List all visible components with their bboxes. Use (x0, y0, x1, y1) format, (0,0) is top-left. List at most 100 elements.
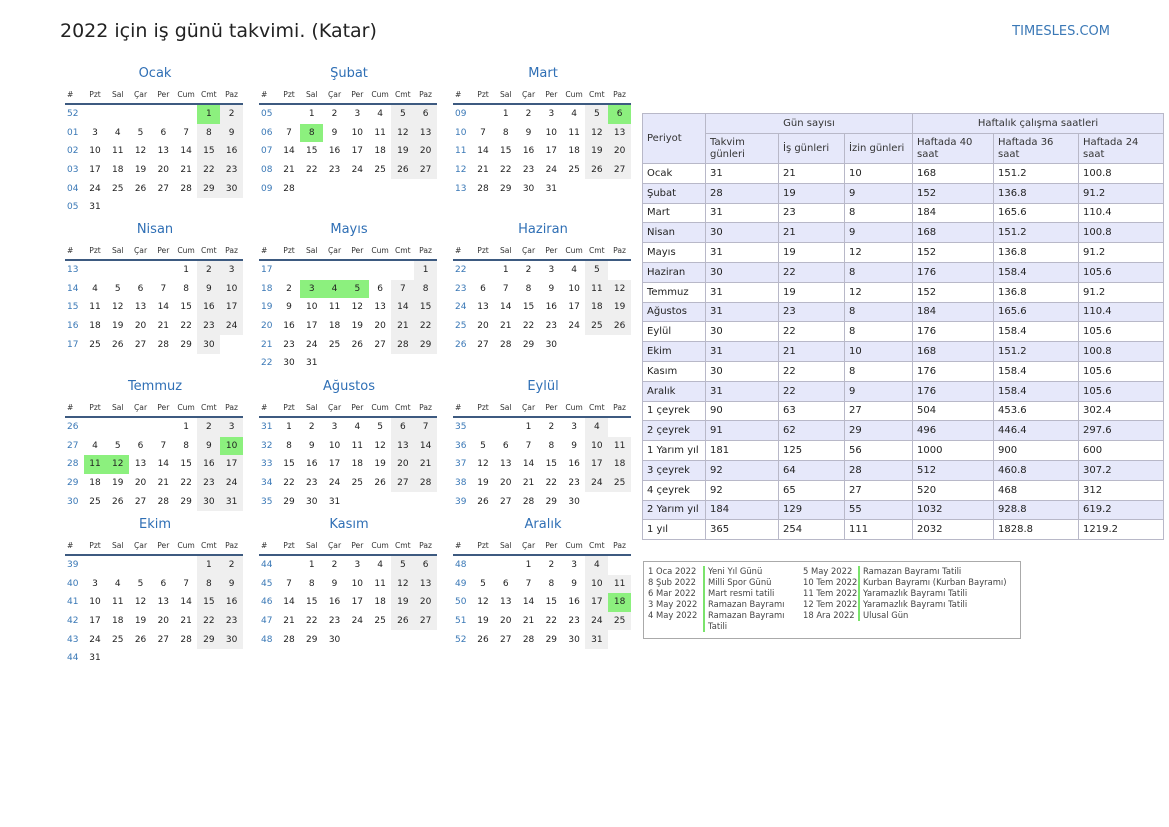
day-cell: 20 (500, 616, 512, 627)
week-number: 03 (67, 165, 79, 176)
summary-value: 1000 (912, 440, 994, 461)
day-cell: 29 (283, 496, 295, 507)
day-cell: 1 (414, 260, 437, 280)
summary-value: 184 (912, 301, 994, 323)
day-cell: 3 (571, 422, 577, 433)
week-row: 19 9 10 11 12 13 14 15 (259, 298, 437, 317)
week-number: 33 (261, 459, 273, 470)
weekday-label: Sal (106, 86, 130, 105)
day-cell: 10 (306, 302, 318, 313)
month-table: # Pzt Sal Çar Per Cum Cmt Paz 31 1 2 3 4 5 6 7 32 8 9 10 11 1… (259, 399, 437, 511)
holiday-item: 12 Tem 2022 Yaramazlık Bayramı Tatili (803, 599, 1006, 610)
weekday-label: Paz (220, 86, 243, 105)
day-cell: 24 (351, 165, 364, 176)
day-cell: 23 (328, 165, 341, 176)
weekday-label: # (65, 86, 84, 105)
weekday-label: Paz (414, 86, 437, 105)
day-cell: 8 (197, 574, 221, 594)
summary-period: 1 çeyrek (642, 400, 706, 422)
day-cell (472, 104, 495, 124)
summary-table: Periyot Gün sayısı Haftalık çalışma saat… (642, 113, 1164, 541)
summary-value: 152 (912, 182, 994, 204)
day-cell (608, 335, 631, 354)
day-cell: 15 (180, 302, 192, 313)
summary-row: Kasım 30 22 8 176 158.4 105.6 (642, 360, 1164, 382)
day-cell: 14 (414, 436, 437, 456)
weekday-label: Pzt (277, 537, 301, 556)
weekday-label: # (65, 242, 84, 261)
month-name: Temmuz (127, 379, 183, 394)
summary-value: 9 (844, 222, 913, 244)
week-number: 46 (261, 597, 273, 608)
holiday-name: Mart resmi tatili (703, 588, 803, 599)
weekday-label: Per (539, 537, 563, 556)
summary-value: 158.4 (993, 380, 1079, 402)
week-number: 44 (67, 653, 79, 664)
month-7: Temmuz # Pzt Sal Çar Per Cum Cmt Paz 26 1 2 3 27 4 5 6 7 8… (65, 379, 245, 511)
day-cell: 3 (331, 422, 338, 433)
summary-value: 125 (778, 440, 845, 461)
day-cell: 13 (608, 123, 631, 143)
summary-col-period: Periyot (642, 113, 706, 164)
summary-value: 184 (912, 202, 994, 224)
week-number: 32 (261, 440, 273, 451)
week-row: 35 1 2 3 4 (453, 417, 631, 437)
week-number: 35 (261, 496, 273, 507)
week-number: 39 (455, 496, 467, 507)
weekday-header: # Pzt Sal Çar Per Cum Cmt Paz (259, 242, 437, 261)
week-row: 17 1 (259, 260, 437, 280)
day-cell: 25 (568, 165, 580, 176)
week-row: 43 24 25 26 27 28 29 30 (65, 630, 243, 649)
day-cell: 3 (571, 560, 577, 571)
summary-value: 105.6 (1078, 321, 1164, 343)
week-number: 20 (261, 321, 273, 332)
day-cell: 11 (89, 302, 101, 313)
holiday-name: Yaramazlık Bayramı Tatili (858, 588, 967, 599)
weekday-header: # Pzt Sal Çar Per Cum Cmt Paz (259, 399, 437, 418)
day-cell: 24 (220, 316, 243, 336)
day-cell: 28 (157, 339, 170, 350)
day-cell (608, 179, 631, 198)
week-row: 40 3 4 5 6 7 8 9 (65, 574, 243, 594)
weekday-label: Cum (368, 399, 392, 418)
day-cell (278, 104, 301, 124)
month-11: Kasım # Pzt Sal Çar Per Cum Cmt Paz 44 1 2 3 4 5 6 45 7 8 9… (259, 517, 439, 649)
summary-value: 30 (705, 321, 779, 343)
day-cell: 4 (354, 422, 361, 433)
day-cell: 15 (197, 142, 221, 161)
weekday-label: Cum (368, 242, 392, 261)
day-cell: 4 (585, 555, 609, 575)
summary-value: 307.2 (1078, 459, 1164, 481)
day-cell (84, 555, 107, 575)
week-number: 28 (67, 459, 79, 470)
month-9: Eylül # Pzt Sal Çar Per Cum Cmt Paz 35 1 2 3 4 36 5 6 7 8 9… (453, 379, 633, 511)
day-cell: 28 (414, 473, 437, 493)
summary-period: Haziran (642, 261, 706, 283)
summary-value: 8 (844, 261, 913, 283)
weekday-label: Çar (323, 242, 346, 261)
week-number: 52 (455, 634, 467, 645)
month-name: Mart (528, 66, 558, 81)
day-cell (129, 555, 152, 575)
day-cell: 22 (180, 478, 192, 489)
weekday-label: # (65, 537, 84, 556)
summary-value: 8 (844, 202, 913, 224)
day-cell: 12 (112, 302, 124, 313)
week-number: 07 (261, 146, 273, 157)
site-link[interactable]: TIMESLES.COM (1012, 24, 1110, 39)
month-table: # Pzt Sal Çar Per Cum Cmt Paz 09 1 2 3 4 5 6 10 7 8 9 10 11 1… (453, 86, 631, 198)
weekday-header: # Pzt Sal Çar Per Cum Cmt Paz (65, 537, 243, 556)
day-cell: 23 (522, 165, 535, 176)
day-cell: 30 (220, 630, 243, 649)
day-cell: 13 (391, 436, 415, 456)
day-cell (391, 260, 414, 280)
summary-value: 165.6 (993, 202, 1079, 224)
holiday-date: 12 Tem 2022 (803, 599, 858, 609)
weekday-label: Sal (300, 242, 324, 261)
day-cell: 12 (134, 146, 147, 157)
day-cell (391, 354, 414, 373)
summary-value: 21 (778, 222, 845, 244)
holiday-date: 3 May 2022 (648, 599, 698, 609)
summary-value: 111 (844, 519, 913, 541)
summary-value: 10 (844, 163, 913, 184)
